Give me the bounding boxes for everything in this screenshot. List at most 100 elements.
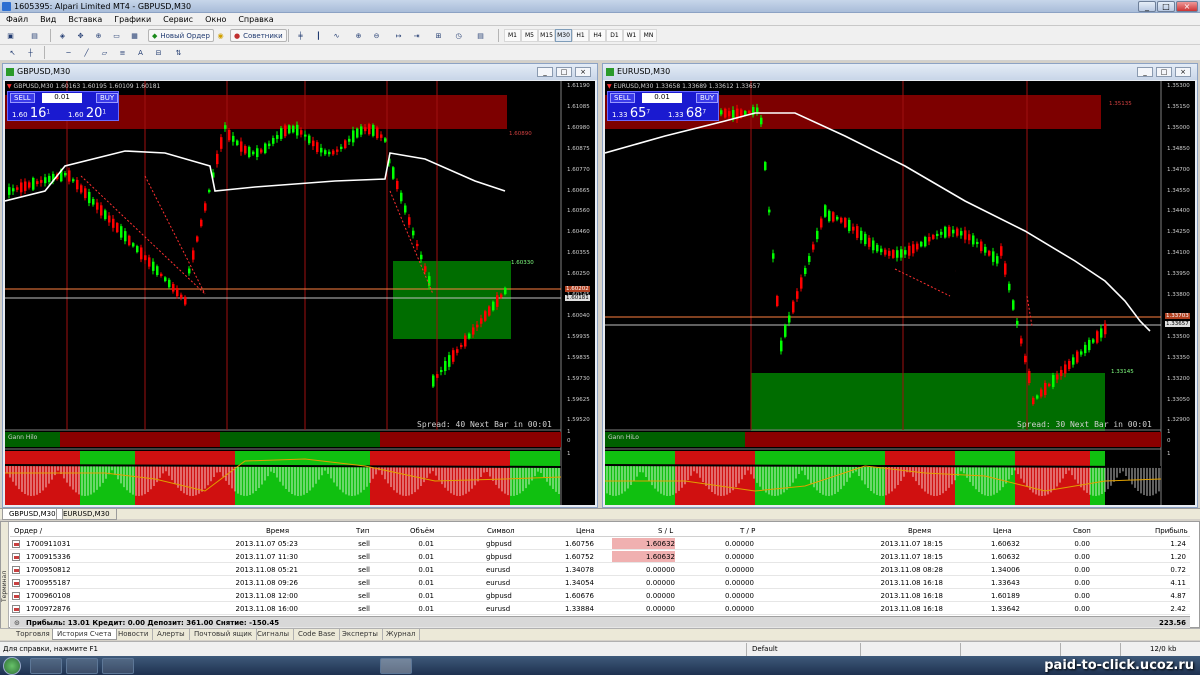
chart-plot-eurusd[interactable]: ▼ EURUSD,M30 1.33658 1.33689 1.33612 1.3… — [605, 81, 1195, 505]
templates-icon[interactable]: ▤ — [474, 29, 487, 42]
zoom-in-icon[interactable]: ⊕ — [352, 29, 365, 42]
crosshair-icon[interactable]: ┼ — [24, 46, 37, 59]
col-time[interactable]: Время — [266, 527, 289, 535]
table-row[interactable]: 1700915336 2013.11.07 11:30 sell 0.01 gbpusd… — [10, 551, 1190, 563]
col-profit[interactable]: Прибыль — [1155, 527, 1188, 535]
periods-icon[interactable]: ◷ — [452, 29, 465, 42]
line-chart-icon[interactable]: ∿ — [330, 29, 343, 42]
navigator-icon[interactable]: ⊕ — [92, 29, 105, 42]
new-chart-icon[interactable]: ▣ — [4, 29, 17, 42]
col-sl[interactable]: S / L — [658, 527, 673, 535]
chart-plot-gbpusd[interactable]: ▼ GBPUSD,M30 1.60163 1.60195 1.60109 1.6… — [5, 81, 595, 505]
col-volume[interactable]: Объём — [410, 527, 434, 535]
table-row[interactable]: 1700955187 2013.11.08 09:26 sell 0.01 eurusd… — [10, 577, 1190, 589]
col-type[interactable]: Тип — [356, 527, 369, 535]
zoom-out-icon[interactable]: ⊖ — [370, 29, 383, 42]
menu-tools[interactable]: Сервис — [157, 13, 199, 24]
sell-button[interactable]: SELL — [610, 93, 635, 103]
chart-restore-button[interactable]: □ — [556, 67, 572, 77]
text-icon[interactable]: A — [134, 46, 147, 59]
tf-mn[interactable]: MN — [640, 29, 657, 42]
chart-window-gbpusd[interactable]: GBPUSD,M30 _ □ × ▼ GBPUSD,M30 1.60163 1.… — [2, 63, 598, 508]
ask-price[interactable]: 1.60 201 — [68, 106, 120, 121]
tab-code-base[interactable]: Code Base — [294, 629, 341, 640]
cursor-icon[interactable]: ↖ — [6, 46, 19, 59]
tab-news[interactable]: Новости — [114, 629, 154, 640]
menu-window[interactable]: Окно — [199, 13, 232, 24]
chart-shift-icon[interactable]: ⇥ — [410, 29, 423, 42]
tf-m15[interactable]: M15 — [538, 29, 555, 42]
buy-button[interactable]: BUY — [96, 93, 119, 103]
ask-price[interactable]: 1.33 687 — [668, 106, 720, 121]
table-row[interactable]: 1700960108 2013.11.08 12:00 sell 0.01 gbpusd… — [10, 590, 1190, 602]
metaeditor-icon[interactable]: ◉ — [214, 29, 227, 42]
table-row[interactable]: 1700972876 2013.11.08 16:00 sell 0.01 eurusd… — [10, 603, 1190, 615]
chart-tab-eurusd[interactable]: EURUSD,M30 — [56, 509, 117, 520]
menu-file[interactable]: Файл — [0, 13, 34, 24]
tab-experts[interactable]: Эксперты — [338, 629, 383, 640]
maximize-button[interactable]: □ — [1157, 1, 1175, 12]
tab-alerts[interactable]: Алерты — [153, 629, 190, 640]
sell-button[interactable]: SELL — [10, 93, 35, 103]
chart-close-button[interactable]: × — [575, 67, 591, 77]
tf-m1[interactable]: M1 — [504, 29, 521, 42]
trendline-icon[interactable]: ╱ — [80, 46, 93, 59]
close-button[interactable]: × — [1176, 1, 1198, 12]
menu-insert[interactable]: Вставка — [62, 13, 108, 24]
auto-scroll-icon[interactable]: ↦ — [392, 29, 405, 42]
table-row[interactable]: 1700911031 2013.11.07 05:23 sell 0.01 gbpusd… — [10, 538, 1190, 550]
tab-account-history[interactable]: История Счета — [52, 629, 117, 640]
tf-m5[interactable]: M5 — [521, 29, 538, 42]
terminal-icon[interactable]: ▭ — [110, 29, 123, 42]
tab-signals[interactable]: Сигналы — [253, 629, 294, 640]
menu-help[interactable]: Справка — [232, 13, 279, 24]
taskbar-app-ie[interactable] — [30, 658, 62, 674]
arrows-icon[interactable]: ⇅ — [172, 46, 185, 59]
col-close-price[interactable]: Цена — [993, 527, 1012, 535]
profiles-icon[interactable]: ▤ — [28, 29, 41, 42]
col-close-time[interactable]: Время — [908, 527, 931, 535]
advisors-button[interactable]: ● Советники — [230, 29, 287, 42]
price-chart-eurusd[interactable] — [605, 81, 1195, 505]
menu-view[interactable]: Вид — [34, 13, 62, 24]
market-watch-icon[interactable]: ◈ — [56, 29, 69, 42]
col-order[interactable]: Ордер / — [14, 527, 42, 535]
buy-button[interactable]: BUY — [696, 93, 719, 103]
new-order-button[interactable]: ◆ Новый Ордер — [148, 29, 214, 42]
fibo-icon[interactable]: ≡ — [116, 46, 129, 59]
data-window-icon[interactable]: ✥ — [74, 29, 87, 42]
tab-journal[interactable]: Журнал — [382, 629, 421, 640]
chart-restore-button[interactable]: □ — [1156, 67, 1172, 77]
menu-charts[interactable]: Графики — [108, 13, 157, 24]
taskbar-app-media[interactable] — [102, 658, 134, 674]
price-chart-gbpusd[interactable] — [5, 81, 595, 505]
lot-input[interactable]: 0.01 — [642, 93, 682, 103]
tf-d1[interactable]: D1 — [606, 29, 623, 42]
label-icon[interactable]: ⊟ — [152, 46, 165, 59]
tester-icon[interactable]: ▦ — [128, 29, 141, 42]
tab-mailbox[interactable]: Почтовый ящик — [190, 629, 258, 640]
bar-chart-icon[interactable]: ╪ — [294, 29, 307, 42]
tf-w1[interactable]: W1 — [623, 29, 640, 42]
chart-minimize-button[interactable]: _ — [537, 67, 553, 77]
bid-price[interactable]: 1.33 657 — [612, 106, 664, 121]
lot-input[interactable]: 0.01 — [42, 93, 82, 103]
channel-icon[interactable]: ▱ — [98, 46, 111, 59]
col-swap[interactable]: Своп — [1073, 527, 1091, 535]
tf-h4[interactable]: H4 — [589, 29, 606, 42]
chart-minimize-button[interactable]: _ — [1137, 67, 1153, 77]
tf-m30[interactable]: M30 — [555, 29, 572, 42]
taskbar-app-explorer[interactable] — [66, 658, 98, 674]
start-button[interactable] — [3, 657, 21, 675]
tab-trade[interactable]: Торговля — [12, 629, 55, 640]
indicators-icon[interactable]: ⊞ — [432, 29, 445, 42]
col-symbol[interactable]: Символ — [487, 527, 515, 535]
bid-price[interactable]: 1.60 161 — [12, 106, 64, 121]
candlestick-icon[interactable]: ┃ — [312, 29, 325, 42]
table-row[interactable]: 1700950812 2013.11.08 05:21 sell 0.01 eurusd… — [10, 564, 1190, 576]
chart-close-button[interactable]: × — [1175, 67, 1191, 77]
tf-h1[interactable]: H1 — [572, 29, 589, 42]
chart-tab-gbpusd[interactable]: GBPUSD,M30 — [2, 509, 63, 520]
hline-icon[interactable]: ─ — [62, 46, 75, 59]
col-price[interactable]: Цена — [576, 527, 595, 535]
